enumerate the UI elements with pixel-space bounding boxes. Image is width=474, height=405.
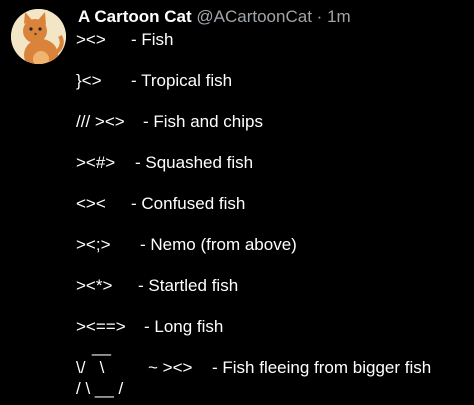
line-description: - Nemo (from above): [140, 235, 297, 254]
line-description: - Squashed fish: [135, 153, 254, 172]
line-description: - Confused fish: [131, 194, 246, 213]
line-art: ><>: [76, 30, 106, 49]
fish-art-top: __: [92, 337, 111, 356]
display-name[interactable]: A Cartoon Cat: [78, 7, 192, 26]
handle[interactable]: @ACartoonCat: [196, 7, 312, 26]
line-description: - Fish: [131, 30, 174, 49]
line-description: - Startled fish: [138, 276, 239, 295]
fish-art-middle: \/ \: [76, 358, 105, 377]
line-description: - Fish and chips: [143, 112, 263, 131]
tweet[interactable]: A Cartoon Cat @ACartoonCat · 1m ><> - Fi…: [0, 0, 474, 405]
line-art: ><#>: [76, 153, 116, 172]
timestamp[interactable]: 1m: [327, 7, 351, 26]
line-art: <><: [76, 194, 106, 213]
line-art: ><;>: [76, 235, 111, 254]
line-art: }<>: [76, 71, 102, 90]
line-art: /// ><>: [76, 112, 125, 131]
line-description: - Fish fleeing from bigger fish: [212, 358, 432, 377]
fish-art-bottom: / \ __ /: [76, 379, 124, 398]
line-description: - Tropical fish: [131, 71, 233, 90]
tweet-header: A Cartoon Cat @ACartoonCat · 1m: [78, 6, 351, 28]
cartoon-cat-avatar-icon[interactable]: [11, 9, 66, 64]
line-art: ><==>: [76, 317, 126, 336]
separator-dot: ·: [316, 7, 323, 26]
line-description: - Long fish: [144, 317, 224, 336]
small-fish-art: ~ ><>: [148, 358, 193, 377]
line-art: ><*>: [76, 276, 113, 295]
